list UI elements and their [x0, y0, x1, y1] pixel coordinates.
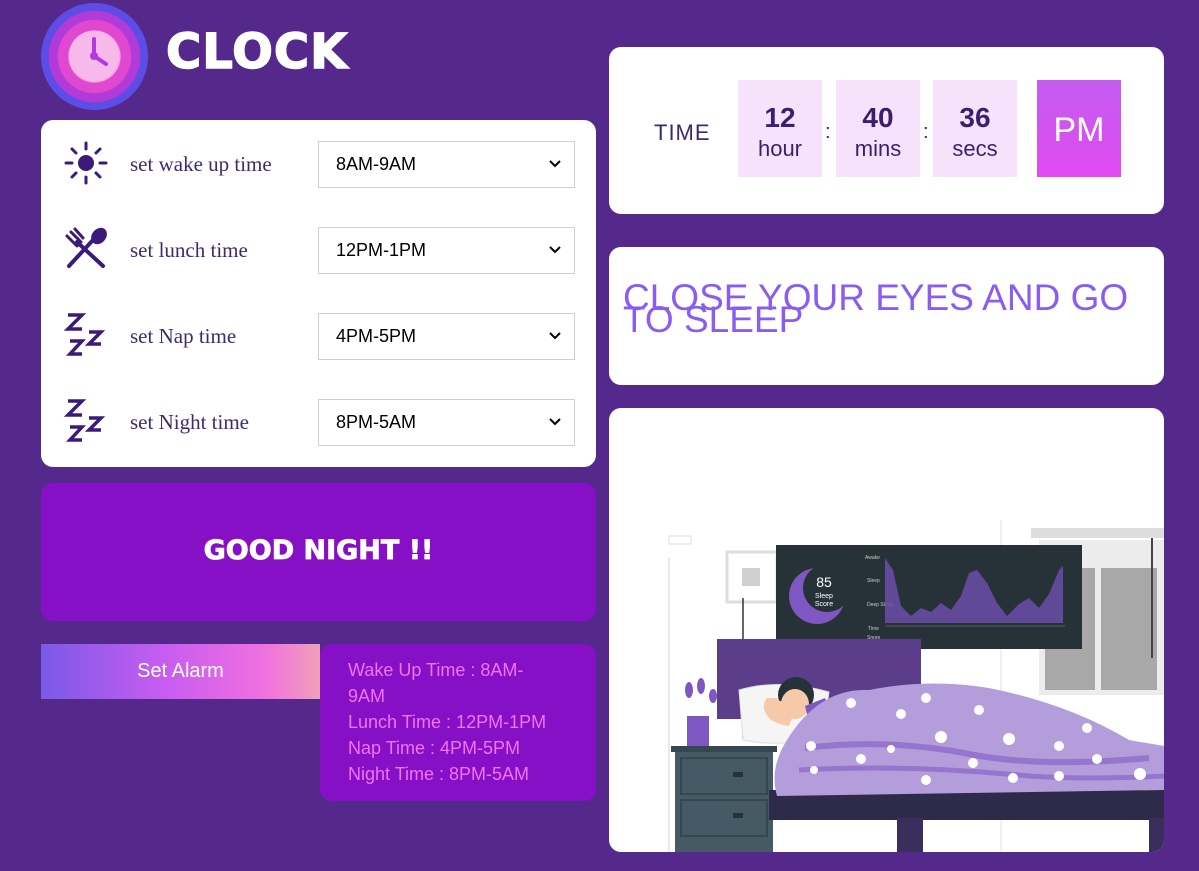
sleeping-person-illustration: 85 Sleep Score Awake Sleep Deep Sleep Ti…: [668, 520, 1164, 852]
alarm-summary-panel: Wake Up Time : 8AM-9AM Lunch Time : 12PM…: [320, 644, 596, 801]
chevron-down-icon: [549, 332, 561, 340]
zzz-icon: [63, 399, 106, 442]
wake-up-select[interactable]: 8AM-9AM: [318, 141, 575, 188]
alarm-item-night: Night Time : 8PM-5AM: [348, 764, 530, 784]
chevron-down-icon: [549, 418, 561, 426]
set-alarm-button[interactable]: Set Alarm: [41, 644, 320, 699]
nap-label: set Nap time: [130, 324, 237, 348]
greeting-banner: GOOD NIGHT !!: [41, 483, 596, 621]
alarm-item-nap: Nap Time : 4PM-5PM: [348, 738, 521, 758]
app-title: CLOCK: [165, 23, 349, 81]
night-label: set Night time: [130, 410, 249, 434]
wake-up-select-value: 8AM-9AM: [336, 154, 417, 174]
zzz-icon: [63, 313, 106, 356]
alarm-item-wake: Wake Up Time : 8AM-9AM: [348, 660, 524, 706]
chevron-down-icon: [549, 160, 561, 168]
mins-unit: mins: [854, 136, 902, 161]
sun-icon: [64, 141, 108, 185]
sleep-score-label-1: Sleep: [815, 593, 833, 600]
time-separator: :: [923, 121, 929, 143]
night-select[interactable]: 8PM-5AM: [318, 399, 575, 446]
chart-label-awake: Awake: [865, 555, 880, 561]
lunch-select[interactable]: 12PM-1PM: [318, 227, 575, 274]
wake-up-label: set wake up time: [130, 152, 272, 176]
ampm-indicator: PM: [1037, 80, 1121, 177]
current-time-card: TIME 12 hour : 40 mins : 36 secs PM: [609, 47, 1164, 214]
lunch-setting-row: set lunch time 12PM-1PM: [41, 206, 596, 292]
mins-box: 40 mins: [836, 80, 920, 177]
mins-value: 40: [862, 102, 894, 133]
nap-setting-row: set Nap time 4PM-5PM: [41, 292, 596, 378]
chevron-down-icon: [549, 246, 561, 254]
sleep-score-label-2: Score: [815, 601, 833, 608]
sleep-illustration-card: 85 Sleep Score Awake Sleep Deep Sleep Ti…: [609, 408, 1164, 852]
message-card: CLOSE YOUR EYES AND GO TO SLEEP: [609, 247, 1164, 385]
night-setting-row: set Night time 8PM-5AM: [41, 378, 596, 464]
lunch-select-value: 12PM-1PM: [336, 240, 427, 260]
message-text: CLOSE YOUR EYES AND GO TO SLEEP: [623, 277, 1129, 340]
time-separator: :: [825, 121, 831, 143]
lunch-label: set lunch time: [130, 238, 248, 262]
sleep-score-value: 85: [816, 574, 832, 590]
hour-unit: hour: [757, 136, 803, 161]
alarm-item-lunch: Lunch Time : 12PM-1PM: [348, 712, 547, 732]
chart-label-time: Time: [868, 626, 879, 632]
chart-label-sleep: Sleep: [867, 578, 880, 584]
time-label: TIME: [654, 120, 711, 145]
wake-up-setting-row: set wake up time 8AM-9AM: [41, 120, 596, 206]
secs-unit: secs: [952, 136, 998, 161]
fork-knife-icon: [65, 227, 107, 268]
secs-value: 36: [959, 102, 991, 133]
nap-select-value: 4PM-5PM: [336, 326, 417, 346]
night-select-value: 8PM-5AM: [336, 412, 417, 432]
greeting-text: GOOD NIGHT !!: [203, 535, 434, 567]
hour-box: 12 hour: [738, 80, 822, 177]
hour-value: 12: [764, 102, 796, 133]
secs-box: 36 secs: [933, 80, 1017, 177]
clock-logo-icon: [41, 3, 148, 110]
schedule-settings-card: set wake up time 8AM-9AM set lunch time …: [41, 120, 596, 467]
nap-select[interactable]: 4PM-5PM: [318, 313, 575, 360]
